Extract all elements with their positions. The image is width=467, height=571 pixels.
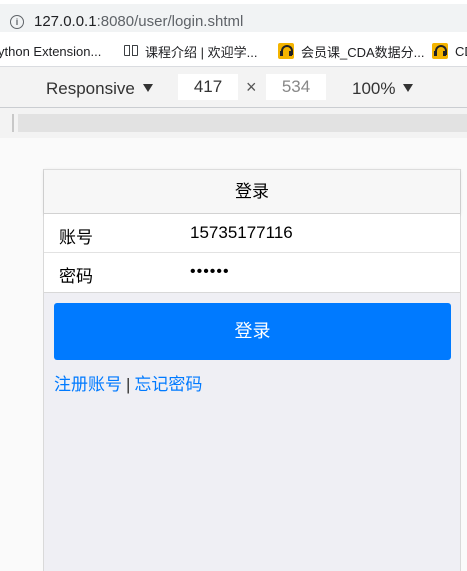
bookmark-course-intro[interactable]: 课程介绍 | 欢迎学... — [124, 42, 257, 60]
device-select[interactable]: Responsive — [46, 79, 153, 99]
account-row: 账号 15735177116 — [44, 214, 460, 253]
book-icon — [124, 45, 138, 57]
caret-down-icon — [403, 84, 414, 92]
account-label: 账号 — [59, 228, 93, 247]
zoom-select[interactable]: 100% — [352, 79, 414, 99]
bookmark-label: 会员课_CDA数据分... — [301, 44, 425, 60]
forgot-password-link[interactable]: 忘记密码 — [134, 375, 202, 394]
emulated-viewport: 登录 账号 15735177116 密码 •••••• 登录 注册账号 | 忘记密码 — [0, 138, 467, 571]
ruler-bar[interactable] — [18, 114, 467, 132]
bookmark-cda-course[interactable]: 会员课_CDA数据分... — [278, 42, 425, 60]
login-button[interactable]: 登录 — [54, 303, 451, 360]
password-label: 密码 — [59, 267, 93, 286]
dimension-separator: × — [246, 77, 257, 97]
account-links: 注册账号 | 忘记密码 — [54, 370, 202, 395]
link-separator: | — [126, 375, 131, 394]
password-row: 密码 •••••• — [44, 253, 460, 292]
headset-icon — [278, 43, 294, 59]
register-link[interactable]: 注册账号 — [54, 375, 122, 394]
viewport-width-input[interactable]: 417 — [178, 74, 238, 100]
bookmark-label: 课程介绍 | 欢迎学... — [145, 44, 258, 60]
zoom-label: 100% — [352, 79, 396, 98]
login-page: 登录 账号 15735177116 密码 •••••• 登录 注册账号 | 忘记密码 — [43, 169, 461, 571]
url-text[interactable]: 127.0.0.1:8080/user/login.shtml — [34, 13, 243, 30]
account-input[interactable]: 15735177116 — [190, 223, 293, 243]
bookmark-label: CD — [455, 43, 467, 59]
address-bar: i 127.0.0.1:8080/user/login.shtml — [0, 0, 467, 36]
bookmark-python-extension[interactable]: ython Extension... — [0, 42, 101, 60]
bookmarks-bar: ython Extension... 课程介绍 | 欢迎学... 会员课_CDA… — [0, 36, 467, 66]
caret-down-icon — [142, 84, 153, 92]
url-host: 127.0.0.1 — [34, 13, 97, 30]
ruler-handle[interactable] — [12, 114, 14, 132]
device-label: Responsive — [46, 79, 135, 98]
page-title: 登录 — [44, 169, 460, 214]
media-query-ruler — [0, 108, 467, 138]
headset-icon — [432, 43, 448, 59]
password-input[interactable]: •••••• — [190, 263, 230, 281]
login-form: 账号 15735177116 密码 •••••• — [44, 214, 460, 293]
bookmark-label: ython Extension... — [0, 43, 102, 59]
viewport-height-input[interactable]: 534 — [266, 74, 326, 100]
info-icon[interactable]: i — [10, 15, 24, 29]
url-path: :8080/user/login.shtml — [96, 13, 244, 30]
bookmark-cd[interactable]: CD — [432, 42, 467, 60]
url-field[interactable]: i 127.0.0.1:8080/user/login.shtml — [0, 4, 467, 32]
device-toolbar: Responsive 417 × 534 100% — [0, 66, 467, 108]
